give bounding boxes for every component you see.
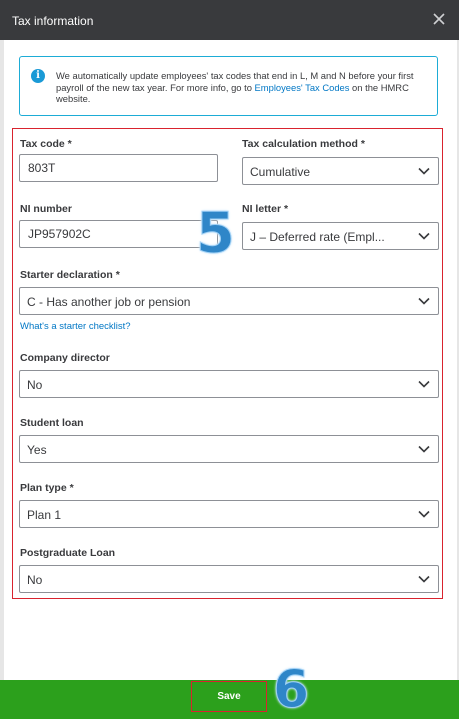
company-director-label: Company director	[20, 352, 110, 364]
tax-calc-label: Tax calculation method *	[242, 138, 365, 150]
student-loan-label: Student loan	[20, 417, 84, 429]
student-loan-value: Yes	[27, 443, 47, 457]
ni-letter-label: NI letter *	[242, 203, 289, 215]
company-director-value: No	[27, 378, 43, 392]
tax-code-label: Tax code *	[20, 138, 72, 150]
info-banner: i We automatically update employees' tax…	[19, 56, 438, 116]
company-director-select[interactable]: No	[19, 370, 439, 398]
starter-declaration-select[interactable]: C - Has another job or pension	[19, 287, 439, 315]
left-edge	[0, 40, 4, 680]
chevron-down-icon	[418, 380, 430, 388]
plan-type-select[interactable]: Plan 1	[19, 500, 439, 528]
starter-checklist-link[interactable]: What's a starter checklist?	[20, 321, 131, 332]
chevron-down-icon	[418, 575, 430, 583]
chevron-down-icon	[418, 297, 430, 305]
info-icon: i	[31, 69, 45, 83]
close-icon[interactable]	[429, 9, 449, 29]
chevron-down-icon	[418, 167, 430, 175]
ni-number-label: NI number	[20, 203, 72, 215]
student-loan-select[interactable]: Yes	[19, 435, 439, 463]
ni-letter-value: J – Deferred rate (Empl...	[250, 230, 385, 244]
starter-declaration-value: C - Has another job or pension	[27, 295, 191, 309]
postgrad-loan-value: No	[27, 573, 43, 587]
starter-declaration-label: Starter declaration *	[20, 269, 120, 281]
step-6-annotation: 6	[272, 660, 310, 720]
ni-number-input[interactable]	[19, 220, 218, 248]
tax-code-input[interactable]	[19, 154, 218, 182]
tax-calc-value: Cumulative	[250, 165, 311, 179]
postgrad-loan-select[interactable]: No	[19, 565, 439, 593]
info-text: We automatically update employees' tax c…	[56, 70, 414, 104]
step-5-annotation: 5	[196, 201, 236, 266]
plan-type-label: Plan type *	[20, 482, 74, 494]
tax-calc-select[interactable]: Cumulative	[242, 157, 439, 185]
save-button[interactable]: Save	[191, 681, 267, 712]
dialog-title: Tax information	[12, 14, 94, 28]
chevron-down-icon	[418, 445, 430, 453]
ni-letter-select[interactable]: J – Deferred rate (Empl...	[242, 222, 439, 250]
chevron-down-icon	[418, 232, 430, 240]
postgrad-loan-label: Postgraduate Loan	[20, 547, 116, 559]
dialog-header: Tax information	[0, 0, 459, 40]
chevron-down-icon	[418, 510, 430, 518]
plan-type-value: Plan 1	[27, 508, 62, 522]
employees-tax-codes-link[interactable]: Employees' Tax Codes	[255, 82, 350, 93]
